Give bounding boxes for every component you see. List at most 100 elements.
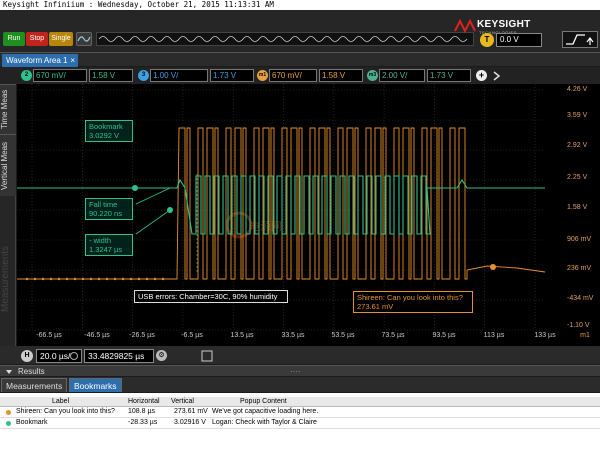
row-vertical: 3.02916 V (174, 419, 206, 426)
math-3-scale[interactable]: 2.00 V/ (379, 69, 425, 82)
x-tick: -26.5 µs (129, 332, 155, 339)
orange-sample-dot (73, 277, 77, 281)
x-tick: 133 µs (534, 332, 556, 339)
close-icon[interactable]: × (70, 54, 75, 67)
channel-scroll-icon[interactable] (490, 69, 504, 83)
tab-bookmarks[interactable]: Bookmarks (69, 378, 122, 392)
results-title: Results (18, 367, 45, 376)
x-axis: -66.5 µs -46.5 µs -26.5 µs -6.5 µs 13.5 … (17, 332, 600, 344)
orange-sample-dot (129, 277, 133, 281)
tab-time-meas[interactable]: Time Meas (0, 84, 16, 134)
fall-time-value: 90.220 ns (89, 209, 122, 218)
channel-3-scale[interactable]: 1.00 V/ (150, 69, 208, 82)
results-tabs: Measurements Bookmarks (0, 377, 600, 392)
tab-measurements[interactable]: Measurements (1, 378, 68, 392)
x-tick: 93.5 µs (432, 332, 456, 339)
channel-3-badge[interactable]: 3 (138, 70, 149, 81)
channel-3-offset[interactable]: 1.73 V (210, 69, 254, 82)
y-tick: 3.59 V (567, 112, 588, 119)
trigger-edge-icon (566, 34, 594, 45)
x-tick: 73.5 µs (381, 332, 405, 339)
usb-note-box[interactable]: USB errors: Chamber=30C, 90% humidity (134, 290, 288, 303)
header-horizontal: Horizontal (128, 398, 160, 405)
stop-button[interactable]: Stop (26, 32, 48, 46)
waveform-overview[interactable] (96, 32, 474, 46)
shireen-note-box[interactable]: Shireen: Can you look into this? 273.61 … (353, 291, 473, 313)
tab-waveform-area-1[interactable]: Waveform Area 1 × (2, 54, 78, 67)
waveform-mode-icon (77, 36, 91, 42)
timebase-bar: H 20.0 µs/ 33.4829825 µs ⚙ (0, 346, 600, 364)
overview-trace (98, 36, 468, 42)
single-button[interactable]: Single (49, 32, 73, 46)
collapse-arrow-icon[interactable] (4, 367, 14, 377)
add-channel-button[interactable]: + (476, 70, 487, 81)
orange-sample-dot (81, 277, 85, 281)
trigger-level-field[interactable]: 0.0 V (496, 33, 542, 47)
orange-sample-dot (41, 277, 45, 281)
orange-sample-dot (97, 277, 101, 281)
y-tick: -1.10 V (567, 322, 590, 329)
orange-sample-dot (105, 277, 109, 281)
math-1-badge[interactable]: m1 (257, 70, 268, 81)
measurements-panel-label[interactable]: Measurements (0, 224, 16, 334)
brand-name: KEYSIGHT (477, 19, 531, 30)
waveform-plot[interactable]: 电源网 Bookmark 3.0292 V Fall time 90.220 n… (17, 84, 546, 346)
run-button[interactable]: Run (3, 32, 25, 46)
y-tick: 2.92 V (567, 142, 588, 149)
x-tick: 13.5 µs (230, 332, 254, 339)
timebase-position-field[interactable]: 33.4829825 µs (84, 349, 154, 363)
width-box[interactable]: - width 1.3247 µs (85, 234, 133, 256)
zoom-frame-icon[interactable] (201, 350, 213, 362)
bookmark-marker[interactable] (132, 185, 138, 191)
acquisition-mode-button[interactable] (76, 32, 92, 46)
orange-sample-dot (25, 277, 29, 281)
shireen-marker[interactable] (490, 264, 496, 270)
math-1-offset[interactable]: 1.58 V (319, 69, 363, 82)
channel-2-scale[interactable]: 670 mV/ (33, 69, 87, 82)
header-popup: Popup Content (240, 398, 287, 405)
y-tick: 2.25 V (567, 174, 588, 181)
results-drag-handle[interactable]: ···· (290, 366, 301, 377)
x-tick: 53.5 µs (331, 332, 355, 339)
y-tick: 1.58 V (567, 204, 588, 211)
keysight-wave-icon (454, 19, 476, 33)
trigger-edge-button[interactable] (562, 31, 598, 48)
results-bar[interactable]: Results ···· (0, 365, 600, 376)
orange-sample-dot (113, 277, 117, 281)
bookmark-value: 3.0292 V (89, 131, 120, 140)
x-tick: 33.5 µs (281, 332, 305, 339)
y-axis: 4.26 V 3.59 V 2.92 V 2.25 V 1.58 V 906 m… (545, 84, 600, 346)
row-color-dot (6, 421, 11, 426)
fall-time-connector (135, 209, 171, 235)
scope-app: Keysight Infiniium : Wednesday, October … (0, 0, 600, 459)
channel-2-badge[interactable]: 2 (21, 70, 32, 81)
orange-sample-dot (145, 277, 149, 281)
bookmark-label: Bookmark (89, 122, 123, 131)
channel-2-offset[interactable]: 1.58 V (89, 69, 133, 82)
keysight-logo: KEYSIGHT TECHNOLOGIES (452, 18, 562, 35)
side-tab-strip: Time Meas Vertical Meas Measurements (0, 84, 16, 346)
orange-sample-dot (57, 277, 61, 281)
scale-adjust-icon[interactable] (70, 352, 78, 360)
table-row[interactable]: Shireen: Can you look into this? 108.8 µ… (0, 407, 600, 418)
tab-vertical-meas[interactable]: Vertical Meas (0, 134, 16, 196)
row-color-dot (6, 410, 11, 415)
row-popup: We've got capacitive loading here. (212, 408, 319, 415)
row-horizontal: 108.8 µs (128, 408, 155, 415)
math-1-scale[interactable]: 670 mV/ (269, 69, 317, 82)
fall-time-marker[interactable] (167, 207, 173, 213)
table-header: Label Horizontal Vertical Popup Content (0, 397, 600, 407)
fall-time-box[interactable]: Fall time 90.220 ns (85, 198, 133, 220)
table-row[interactable]: Bookmark -28.33 µs 3.02916 V Logan: Chec… (0, 418, 600, 429)
horizontal-badge[interactable]: H (21, 350, 33, 362)
usb-note: USB errors: Chamber=30C, 90% humidity (138, 292, 278, 301)
bookmark-box[interactable]: Bookmark 3.0292 V (85, 120, 133, 142)
gear-icon[interactable]: ⚙ (156, 350, 167, 361)
trigger-button[interactable]: T (480, 33, 494, 47)
math-3-badge[interactable]: m3 (367, 70, 378, 81)
math-3-offset[interactable]: 1.73 V (427, 69, 471, 82)
tab-label: Waveform Area 1 (6, 56, 68, 65)
orange-sample-dot (89, 277, 93, 281)
width-value: 1.3247 µs (89, 245, 123, 254)
row-horizontal: -28.33 µs (128, 419, 158, 426)
